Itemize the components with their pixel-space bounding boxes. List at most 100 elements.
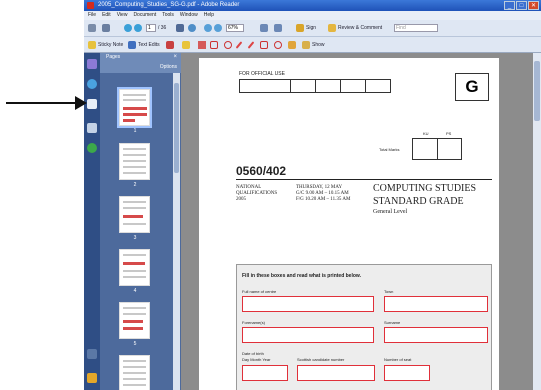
page-thumbnail[interactable] bbox=[119, 249, 150, 286]
page-number-label: 3 bbox=[133, 235, 137, 241]
maximize-button[interactable]: □ bbox=[516, 1, 527, 10]
help-icon[interactable] bbox=[87, 79, 97, 89]
previous-page-icon[interactable] bbox=[124, 24, 132, 32]
signatures-icon[interactable] bbox=[87, 143, 97, 153]
print-icon[interactable] bbox=[102, 24, 110, 32]
fit-page-icon[interactable] bbox=[260, 24, 268, 32]
dob-parts-label: Day Month Year bbox=[242, 357, 271, 362]
page-number-input[interactable]: 1 bbox=[146, 24, 156, 32]
menu-window[interactable]: Window bbox=[180, 11, 198, 20]
seat-number-label: Number of seat bbox=[384, 357, 412, 362]
exam-code: 0560/402 bbox=[236, 164, 287, 178]
close-button[interactable]: ✕ bbox=[528, 1, 539, 10]
menu-edit[interactable]: Edit bbox=[102, 11, 111, 20]
page-number-label: 1 bbox=[133, 128, 137, 134]
save-icon[interactable] bbox=[88, 24, 96, 32]
menu-file[interactable]: File bbox=[88, 11, 96, 20]
dob-field[interactable] bbox=[242, 365, 288, 381]
town-field[interactable] bbox=[384, 296, 488, 312]
text-edits-icon[interactable] bbox=[128, 41, 136, 49]
nq-label: NATIONAL bbox=[236, 185, 262, 190]
oval-tool-icon[interactable] bbox=[224, 41, 232, 49]
highlight-icon[interactable] bbox=[182, 41, 190, 49]
adobe-reader-icon bbox=[87, 2, 94, 9]
page-thumbnail[interactable] bbox=[119, 196, 150, 233]
review-comment-button[interactable]: Review & Comment bbox=[338, 23, 382, 33]
next-page-icon[interactable] bbox=[134, 24, 142, 32]
polygon-tool-icon[interactable] bbox=[274, 41, 282, 49]
total-marks-box bbox=[412, 138, 462, 160]
centre-name-field[interactable] bbox=[242, 296, 374, 312]
zoom-in-icon[interactable] bbox=[214, 24, 222, 32]
dob-label: Date of birth bbox=[242, 351, 264, 356]
stamp-icon[interactable] bbox=[166, 41, 174, 49]
menu-view[interactable]: View bbox=[117, 11, 128, 20]
official-use-label: FOR OFFICIAL USE bbox=[239, 71, 285, 77]
town-label: Town bbox=[384, 289, 394, 294]
select-tool-icon[interactable] bbox=[176, 24, 184, 32]
thumbnails-header: Pages × Options bbox=[100, 53, 181, 73]
document-scroll-thumb[interactable] bbox=[534, 61, 540, 121]
seat-number-field[interactable] bbox=[384, 365, 430, 381]
candidate-number-field[interactable] bbox=[297, 365, 375, 381]
text-edits-button[interactable]: Text Edits bbox=[138, 40, 160, 50]
menu-help[interactable]: Help bbox=[204, 11, 214, 20]
document-scrollbar[interactable] bbox=[533, 53, 541, 390]
fit-width-icon[interactable] bbox=[274, 24, 282, 32]
subject-grade: STANDARD GRADE bbox=[373, 196, 464, 207]
sticky-note-icon[interactable] bbox=[88, 41, 96, 49]
candidate-number-label: Scottish candidate number bbox=[297, 357, 345, 362]
attachments-icon[interactable] bbox=[87, 123, 97, 133]
grade-letter: G bbox=[465, 77, 479, 96]
form-instruction: Fill in these boxes and read what is pri… bbox=[242, 273, 362, 279]
adobe-reader-window: 2005_Computing_Studies_SG-G.pdf - Adobe … bbox=[84, 0, 541, 390]
sticky-note-button[interactable]: Sticky Note bbox=[98, 40, 123, 50]
minimize-button[interactable]: _ bbox=[504, 1, 515, 10]
thumbnails-scroll-thumb[interactable] bbox=[174, 83, 179, 173]
subject-title: COMPUTING STUDIES bbox=[373, 183, 477, 194]
forenames-field[interactable] bbox=[242, 327, 374, 343]
show-icon[interactable] bbox=[302, 41, 310, 49]
paperclip-icon[interactable] bbox=[87, 349, 97, 359]
options-menu[interactable]: Options bbox=[160, 64, 177, 70]
pages-panel-icon[interactable] bbox=[87, 59, 97, 69]
line-tool-icon[interactable] bbox=[247, 41, 255, 49]
exam-time-2: F/G 10.20 AM – 11.35 AM bbox=[296, 197, 351, 202]
page-thumbnail[interactable] bbox=[117, 87, 152, 128]
page-thumbnail[interactable] bbox=[119, 355, 150, 390]
sign-icon[interactable] bbox=[296, 24, 304, 32]
menu-document[interactable]: Document bbox=[133, 11, 156, 20]
page-thumbnail[interactable] bbox=[119, 143, 150, 180]
thumbnails-scrollbar[interactable] bbox=[173, 73, 180, 390]
title-bar: 2005_Computing_Studies_SG-G.pdf - Adobe … bbox=[84, 0, 541, 11]
zoom-level-input[interactable]: 67% bbox=[226, 24, 244, 32]
show-menu-button[interactable]: Show bbox=[312, 40, 325, 50]
page-thumbnail[interactable] bbox=[119, 302, 150, 339]
pencil-icon[interactable] bbox=[288, 41, 296, 49]
menu-tools[interactable]: Tools bbox=[162, 11, 174, 20]
comments-icon[interactable] bbox=[87, 373, 97, 383]
rectangle-tool-icon[interactable] bbox=[210, 41, 218, 49]
document-area: FOR OFFICIAL USE G KU PS Total Marks 056… bbox=[181, 53, 541, 390]
surname-field[interactable] bbox=[384, 327, 488, 343]
subject-level: General Level bbox=[373, 209, 408, 215]
page-thumbnail-icon[interactable] bbox=[87, 99, 97, 109]
heading-rule bbox=[236, 179, 492, 180]
centre-name-label: Full name of centre bbox=[242, 289, 277, 294]
surname-label: Surname bbox=[384, 320, 401, 325]
ps-label: PS bbox=[446, 131, 452, 136]
exam-time-1: G/C 9.00 AM – 10.15 AM bbox=[296, 191, 349, 196]
zoom-out-icon[interactable] bbox=[204, 24, 212, 32]
cloud-tool-icon[interactable] bbox=[260, 41, 268, 49]
nq-label-2: QUALIFICATIONS bbox=[236, 191, 278, 196]
hand-tool-icon[interactable] bbox=[188, 24, 196, 32]
close-panel-icon[interactable]: × bbox=[173, 54, 177, 60]
review-comment-icon[interactable] bbox=[328, 24, 336, 32]
find-input[interactable]: Find bbox=[394, 24, 438, 32]
callout-icon[interactable] bbox=[198, 41, 206, 49]
sign-button[interactable]: Sign bbox=[306, 23, 316, 33]
page-number-label: 5 bbox=[133, 341, 137, 347]
window-title: 2005_Computing_Studies_SG-G.pdf - Adobe … bbox=[98, 2, 240, 8]
arrow-tool-icon[interactable] bbox=[235, 41, 243, 49]
pdf-page: FOR OFFICIAL USE G KU PS Total Marks 056… bbox=[199, 58, 499, 390]
